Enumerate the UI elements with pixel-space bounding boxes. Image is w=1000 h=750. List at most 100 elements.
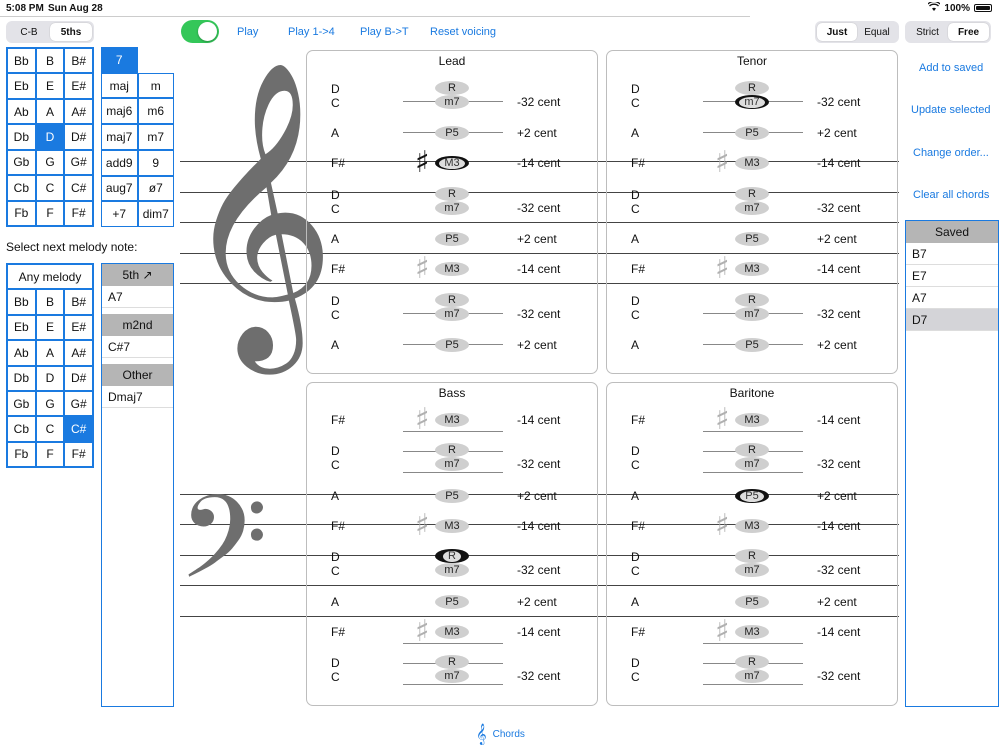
quality-cell[interactable]: maj xyxy=(101,72,138,99)
strictness-option-strict[interactable]: Strict xyxy=(907,23,948,41)
chord-row[interactable]: F# ♯ M3 -14 cent xyxy=(607,254,897,284)
melody-cell[interactable]: A# xyxy=(64,340,93,366)
melody-cell[interactable]: F# xyxy=(64,441,93,467)
chord-row[interactable]: F# ♯ M3 -14 cent xyxy=(307,617,597,647)
suggestion-item[interactable]: C#7 xyxy=(102,336,173,358)
chord-row[interactable]: D C R m7 -32 cent xyxy=(307,293,597,324)
root-cell[interactable]: E xyxy=(35,73,65,99)
chord-row[interactable]: D C R m7 -32 cent xyxy=(307,655,597,686)
tuning-option-just[interactable]: Just xyxy=(817,23,857,41)
chord-row[interactable]: F# ♯ M3 -14 cent xyxy=(307,254,597,284)
chord-row[interactable]: F# ♯ M3 -14 cent xyxy=(607,148,897,178)
root-cell[interactable]: D# xyxy=(64,124,93,150)
play-down-button[interactable]: Play B->T xyxy=(360,26,409,38)
root-cell-selected[interactable]: D xyxy=(35,124,65,150)
quality-cell[interactable]: +7 xyxy=(101,201,138,227)
saved-chord-item-selected[interactable]: D7 xyxy=(906,309,998,331)
chord-row[interactable]: A P5 +2 cent xyxy=(307,334,597,356)
chord-row[interactable]: D C R m7 -32 cent xyxy=(307,187,597,218)
strictness-segmented-control[interactable]: Strict Free xyxy=(905,21,991,43)
root-cell[interactable]: G xyxy=(35,149,65,176)
suggestion-item[interactable]: Dmaj7 xyxy=(102,386,173,408)
chord-row[interactable]: F# ♯ M3 -14 cent xyxy=(307,511,597,541)
melody-cell[interactable]: G xyxy=(35,390,65,417)
melody-cell[interactable]: A xyxy=(35,340,65,366)
chord-row[interactable]: F# ♯ M3 -14 cent xyxy=(607,617,897,647)
quality-cell[interactable]: dim7 xyxy=(137,201,174,227)
quality-cell[interactable]: add9 xyxy=(101,149,138,176)
add-to-saved-button[interactable]: Add to saved xyxy=(919,62,983,74)
clear-all-chords-button[interactable]: Clear all chords xyxy=(913,189,989,201)
root-cell[interactable]: F xyxy=(35,200,65,226)
quality-cell[interactable]: m xyxy=(137,72,174,99)
chord-row[interactable]: D C R m7 -32 cent xyxy=(307,443,597,474)
saved-chord-item[interactable]: A7 xyxy=(906,287,998,309)
chord-row[interactable]: A P5 +2 cent xyxy=(607,485,897,507)
tuning-option-equal[interactable]: Equal xyxy=(857,23,897,41)
suggestion-item[interactable]: A7 xyxy=(102,286,173,308)
melody-cell[interactable]: Db xyxy=(7,365,36,391)
quality-cell-selected[interactable]: 7 xyxy=(101,47,138,73)
root-cell[interactable]: Cb xyxy=(7,175,36,201)
root-cell[interactable]: A# xyxy=(64,98,93,125)
chord-row[interactable]: A P5 +2 cent xyxy=(607,228,897,250)
quality-cell[interactable]: ø7 xyxy=(137,175,174,202)
root-cell[interactable]: C xyxy=(35,175,65,201)
chord-row[interactable]: D C R m7 -32 cent xyxy=(607,187,897,218)
melody-cell[interactable]: Cb xyxy=(7,416,36,442)
chord-row[interactable]: D C R m7 -32 cent xyxy=(607,549,897,580)
saved-chord-item[interactable]: E7 xyxy=(906,265,998,287)
melody-cell[interactable]: G# xyxy=(64,390,93,417)
melody-cell[interactable]: D# xyxy=(64,365,93,391)
root-cell[interactable]: Ab xyxy=(7,98,36,125)
chord-row[interactable]: A P5 +2 cent xyxy=(307,591,597,613)
root-cell[interactable]: Fb xyxy=(7,200,36,226)
root-cell[interactable]: Eb xyxy=(7,73,36,99)
quality-cell[interactable]: aug7 xyxy=(101,175,138,202)
quality-cell[interactable]: 9 xyxy=(137,149,174,176)
saved-chord-item[interactable]: B7 xyxy=(906,243,998,265)
order-option-fifths[interactable]: 5ths xyxy=(50,23,92,41)
chord-row[interactable]: F# ♯ M3 -14 cent xyxy=(307,405,597,435)
melody-cell[interactable]: D xyxy=(35,365,65,391)
order-option-chromatic[interactable]: C-B xyxy=(8,23,50,41)
tuning-segmented-control[interactable]: Just Equal xyxy=(815,21,899,43)
root-cell[interactable]: E# xyxy=(64,73,93,99)
chord-row[interactable]: D C R m7 -32 cent xyxy=(607,655,897,686)
root-cell[interactable]: C# xyxy=(64,175,93,201)
melody-cell[interactable]: E# xyxy=(64,314,93,341)
chord-row[interactable]: F# ♯ M3 -14 cent xyxy=(607,511,897,541)
any-melody-button[interactable]: Any melody xyxy=(7,264,93,290)
root-cell[interactable]: Gb xyxy=(7,149,36,176)
melody-cell[interactable]: Gb xyxy=(7,390,36,417)
root-cell[interactable]: Bb xyxy=(7,48,36,74)
melody-cell[interactable]: Bb xyxy=(7,289,36,315)
melody-cell[interactable]: C xyxy=(35,416,65,442)
melody-cell[interactable]: Fb xyxy=(7,441,36,467)
update-selected-button[interactable]: Update selected xyxy=(911,104,991,116)
play-button[interactable]: Play xyxy=(237,26,258,38)
chord-row[interactable]: D C R m7 -32 cent xyxy=(307,549,597,580)
melody-cell[interactable]: Ab xyxy=(7,340,36,366)
melody-cell[interactable]: B# xyxy=(64,289,93,315)
quality-cell[interactable]: maj6 xyxy=(101,98,138,125)
chord-row[interactable]: A P5 +2 cent xyxy=(307,485,597,507)
chord-row[interactable]: A P5 +2 cent xyxy=(607,122,897,144)
chord-row[interactable]: D C R m7 -32 cent xyxy=(307,81,597,112)
quality-cell[interactable]: m6 xyxy=(137,98,174,125)
root-cell[interactable]: B# xyxy=(64,48,93,74)
root-cell[interactable]: F# xyxy=(64,200,93,226)
order-segmented-control[interactable]: C-B 5ths xyxy=(6,21,94,43)
chord-row[interactable]: D C R m7 -32 cent xyxy=(607,81,897,112)
chord-row[interactable]: A P5 +2 cent xyxy=(307,228,597,250)
root-cell[interactable]: B xyxy=(35,48,65,74)
quality-cell[interactable]: maj7 xyxy=(101,124,138,150)
root-cell[interactable]: A xyxy=(35,98,65,125)
root-cell[interactable]: Db xyxy=(7,124,36,150)
chord-row[interactable]: F# ♯ M3 -14 cent xyxy=(607,405,897,435)
quality-cell[interactable]: m7 xyxy=(137,124,174,150)
melody-cell[interactable]: Eb xyxy=(7,314,36,341)
strictness-option-free[interactable]: Free xyxy=(948,23,989,41)
root-cell[interactable]: G# xyxy=(64,149,93,176)
melody-cell[interactable]: F xyxy=(35,441,65,467)
